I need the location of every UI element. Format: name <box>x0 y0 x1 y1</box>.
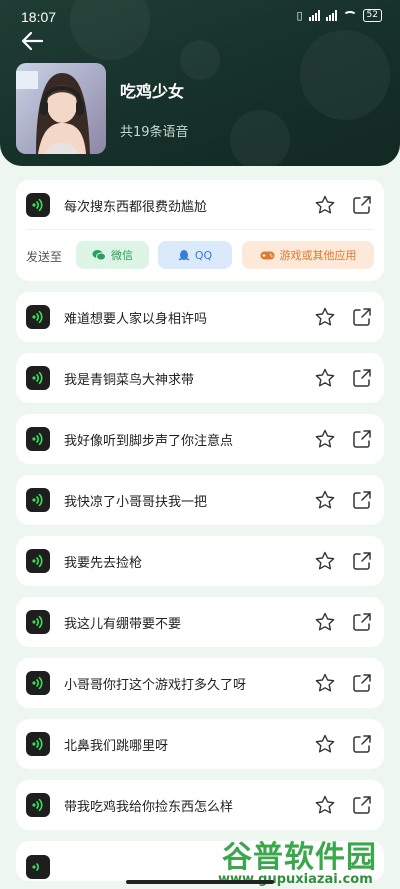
voice-row[interactable]: 难道想要人家以身相许吗 <box>16 292 384 342</box>
voice-play-icon[interactable] <box>26 793 50 817</box>
wifi-icon <box>342 10 357 21</box>
voice-item-text: 带我吃鸡我给你捡东西怎么样 <box>64 800 234 815</box>
status-time: 18:07 <box>21 9 57 25</box>
voice-item-card[interactable]: 北鼻我们跳哪里呀 <box>16 719 384 769</box>
send-qq-button[interactable]: QQ <box>158 241 232 269</box>
voice-item-card[interactable]: 我快凉了小哥哥扶我一把 <box>16 475 384 525</box>
star-icon[interactable] <box>314 794 336 816</box>
voice-item-text: 北鼻我们跳哪里呀 <box>64 739 169 754</box>
voice-play-icon[interactable] <box>26 549 50 573</box>
battery-icon: 52 <box>362 9 382 22</box>
voice-item-card[interactable]: 我这儿有绷带要不要 <box>16 597 384 647</box>
star-icon[interactable] <box>314 367 336 389</box>
voice-item-text: 我好像听到脚步声了你注意点 <box>64 434 234 449</box>
voice-row[interactable]: 小哥哥你打这个游戏打多久了呀 <box>16 658 384 708</box>
voice-play-icon[interactable] <box>26 427 50 451</box>
voice-item-text: 我要先去捡枪 <box>64 556 143 571</box>
voice-item-text: 小哥哥你打这个游戏打多久了呀 <box>64 678 247 693</box>
share-icon[interactable] <box>351 733 373 755</box>
voice-row[interactable]: 我要先去捡枪 <box>16 536 384 586</box>
send-game-button[interactable]: 游戏或其他应用 <box>242 241 374 269</box>
star-icon[interactable] <box>314 550 336 572</box>
back-arrow-icon[interactable] <box>20 30 46 54</box>
voice-play-icon[interactable] <box>26 488 50 512</box>
send-to-label: 发送至 <box>26 250 63 264</box>
voice-item-text: 难道想要人家以身相许吗 <box>64 312 208 327</box>
star-icon[interactable] <box>314 733 336 755</box>
share-icon[interactable] <box>351 611 373 633</box>
voice-item-text: 我是青铜菜鸟大神求带 <box>64 373 195 388</box>
voice-play-icon[interactable] <box>26 855 50 879</box>
star-icon[interactable] <box>314 672 336 694</box>
voice-row[interactable]: 我这儿有绷带要不要 <box>16 597 384 647</box>
voice-count: 共19条语音 <box>120 125 189 140</box>
voice-play-icon[interactable] <box>26 671 50 695</box>
star-icon[interactable] <box>314 306 336 328</box>
divider <box>26 229 374 230</box>
share-icon[interactable] <box>351 672 373 694</box>
send-wechat-button[interactable]: 微信 <box>76 241 149 269</box>
album-title: 吃鸡少女 <box>120 82 185 101</box>
voice-row[interactable]: 我是青铜菜鸟大神求带 <box>16 353 384 403</box>
status-bar: 18:07 ▯ 52 <box>0 0 400 34</box>
voice-row[interactable]: 北鼻我们跳哪里呀 <box>16 719 384 769</box>
send-to-bar: 发送至 微信 QQ 游戏或其他应用 <box>16 240 384 270</box>
star-icon[interactable] <box>314 489 336 511</box>
album-cover-image <box>16 63 106 154</box>
voice-row[interactable]: 我好像听到脚步声了你注意点 <box>16 414 384 464</box>
share-icon[interactable] <box>351 367 373 389</box>
signal-icon <box>308 10 320 21</box>
share-icon[interactable] <box>351 550 373 572</box>
star-icon[interactable] <box>314 428 336 450</box>
voice-item-card[interactable]: 小哥哥你打这个游戏打多久了呀 <box>16 658 384 708</box>
qq-icon <box>178 249 190 261</box>
voice-row[interactable]: 我快凉了小哥哥扶我一把 <box>16 475 384 525</box>
voice-row[interactable]: 带我吃鸡我给你捡东西怎么样 <box>16 780 384 830</box>
voice-row[interactable]: 每次搜东西都很费劲尴尬 <box>16 180 384 230</box>
signal-icon-2 <box>325 10 337 21</box>
voice-item-card[interactable]: 我是青铜菜鸟大神求带 <box>16 353 384 403</box>
voice-item-text: 每次搜东西都很费劲尴尬 <box>64 200 208 215</box>
voice-item-card[interactable]: 每次搜东西都很费劲尴尬 发送至 微信 QQ 游戏或其他应用 <box>16 180 384 281</box>
voice-play-icon[interactable] <box>26 366 50 390</box>
home-indicator[interactable] <box>126 880 274 884</box>
gamepad-icon <box>260 251 274 259</box>
voice-play-icon[interactable] <box>26 193 50 217</box>
voice-play-icon[interactable] <box>26 305 50 329</box>
voice-play-icon[interactable] <box>26 732 50 756</box>
voice-item-card[interactable]: 难道想要人家以身相许吗 <box>16 292 384 342</box>
share-icon[interactable] <box>351 428 373 450</box>
qq-label: QQ <box>194 248 213 262</box>
voice-list: 每次搜东西都很费劲尴尬 发送至 微信 QQ 游戏或其他应用 难道想要人家以身相许… <box>16 180 384 889</box>
star-icon[interactable] <box>314 611 336 633</box>
voice-item-card[interactable]: 带我吃鸡我给你捡东西怎么样 <box>16 780 384 830</box>
voice-item-text: 我快凉了小哥哥扶我一把 <box>64 495 208 510</box>
share-icon[interactable] <box>351 194 373 216</box>
voice-item-card[interactable]: 我好像听到脚步声了你注意点 <box>16 414 384 464</box>
header: 18:07 ▯ 52 吃鸡少女 共19条语音 <box>0 0 400 166</box>
star-icon[interactable] <box>314 194 336 216</box>
share-icon[interactable] <box>351 306 373 328</box>
vibrate-icon: ▯ <box>296 9 303 22</box>
wechat-label: 微信 <box>111 249 133 262</box>
share-icon[interactable] <box>351 489 373 511</box>
wechat-icon <box>92 250 106 261</box>
voice-item-card[interactable]: 我要先去捡枪 <box>16 536 384 586</box>
voice-play-icon[interactable] <box>26 610 50 634</box>
game-label: 游戏或其他应用 <box>279 249 357 262</box>
watermark-brand: 谷普软件园 <box>222 840 377 875</box>
voice-item-text: 我这儿有绷带要不要 <box>64 617 182 632</box>
share-icon[interactable] <box>351 794 373 816</box>
